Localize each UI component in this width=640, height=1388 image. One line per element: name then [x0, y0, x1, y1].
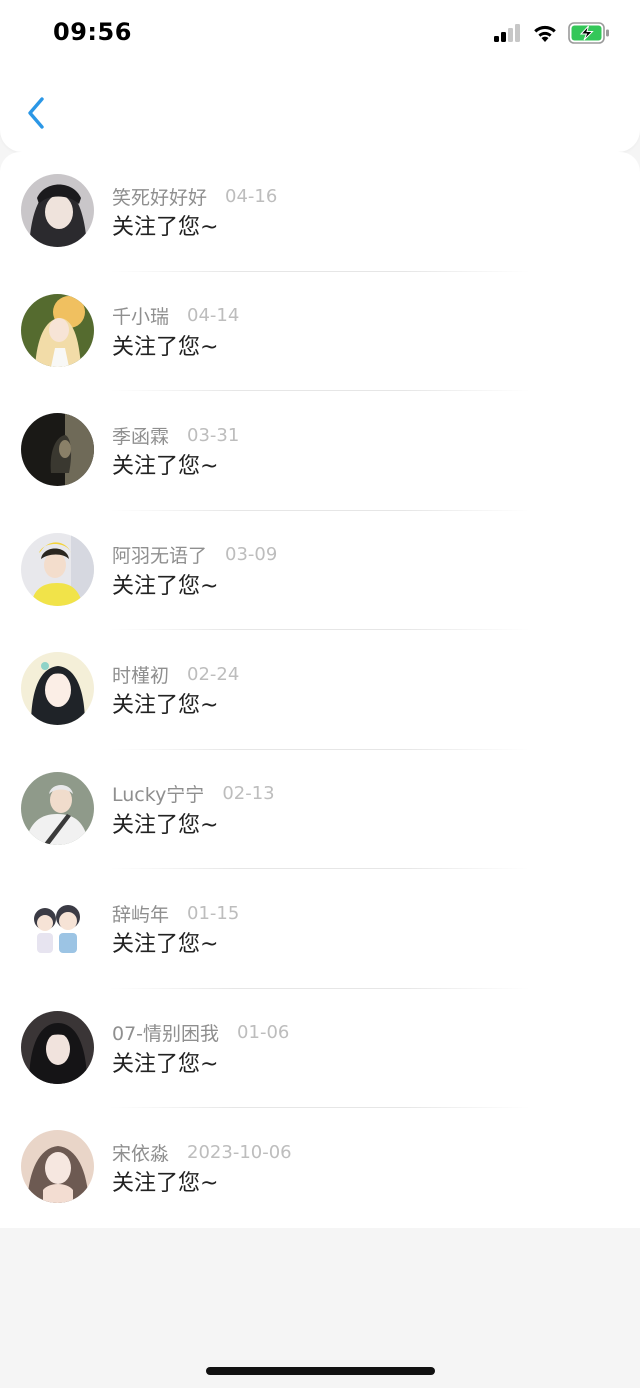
- notification-date: 04-16: [225, 185, 278, 207]
- avatar[interactable]: [21, 771, 94, 845]
- user-name[interactable]: 时槿初: [112, 661, 169, 688]
- status-icons: [494, 22, 610, 48]
- list-item[interactable]: 季函霖 03-31 关注了您~: [0, 391, 640, 511]
- item-meta: 时槿初 02-24: [112, 661, 239, 687]
- cellular-signal-icon: [494, 24, 522, 46]
- list-item[interactable]: 07-情别困我 01-06 关注了您~: [0, 989, 640, 1108]
- user-name[interactable]: 千小瑞: [112, 302, 169, 329]
- notification-date: 01-06: [237, 1022, 290, 1043]
- avatar[interactable]: [21, 293, 94, 367]
- notification-text: 关注了您~: [112, 932, 219, 957]
- notification-text: 关注了您~: [112, 573, 219, 599]
- avatar[interactable]: [21, 1010, 94, 1084]
- avatar[interactable]: [21, 532, 94, 606]
- list-item[interactable]: 笑死好好好 04-16 关注了您~: [0, 152, 640, 272]
- notification-date: 03-31: [187, 424, 240, 446]
- avatar[interactable]: [21, 652, 94, 725]
- list-item[interactable]: 阿羽无语了 03-09 关注了您~: [0, 511, 640, 630]
- avatar[interactable]: [21, 891, 94, 964]
- notification-text: 关注了您~: [112, 812, 219, 838]
- avatar[interactable]: [21, 1130, 94, 1203]
- wifi-icon: [532, 23, 558, 47]
- notification-date: 04-14: [187, 305, 240, 326]
- notification-text: 关注了您~: [112, 1051, 219, 1077]
- notification-date: 01-15: [187, 902, 240, 924]
- notification-date: 02-24: [187, 663, 240, 685]
- list-item[interactable]: 时槿初 02-24 关注了您~: [0, 630, 640, 750]
- notification-date: 02-13: [222, 783, 275, 804]
- list-item[interactable]: 辞屿年 01-15 关注了您~: [0, 869, 640, 989]
- item-meta: 辞屿年 01-15: [112, 900, 239, 926]
- list-item[interactable]: Lucky宁宁 02-13 关注了您~: [0, 750, 640, 869]
- follower-notification-list: 笑死好好好 04-16 关注了您~ 千小瑞 04-14 关注了您~ 季函霖 03…: [0, 152, 640, 1228]
- user-name[interactable]: 阿羽无语了: [112, 541, 207, 568]
- notification-text: 关注了您~: [112, 1171, 219, 1196]
- user-name[interactable]: 季函霖: [112, 422, 169, 449]
- status-time: 09:56: [53, 18, 132, 46]
- status-bar: 09:56: [0, 0, 640, 70]
- avatar[interactable]: [21, 413, 94, 486]
- avatar[interactable]: [21, 174, 94, 247]
- notification-text: 关注了您~: [112, 693, 219, 718]
- user-name[interactable]: Lucky宁宁: [112, 780, 204, 807]
- item-meta: 季函霖 03-31: [112, 422, 239, 448]
- header-bar: 09:56: [0, 0, 640, 152]
- notification-text: 关注了您~: [112, 215, 219, 240]
- list-item[interactable]: 宋依淼 2023-10-06 关注了您~: [0, 1108, 640, 1228]
- user-name[interactable]: 笑死好好好: [112, 183, 207, 210]
- user-name[interactable]: 辞屿年: [112, 900, 169, 927]
- list-item[interactable]: 千小瑞 04-14 关注了您~: [0, 272, 640, 391]
- user-name[interactable]: 07-情别困我: [112, 1019, 219, 1046]
- item-meta: 千小瑞 04-14: [112, 303, 239, 329]
- item-meta: 阿羽无语了 03-09: [112, 542, 277, 568]
- back-button[interactable]: [18, 95, 54, 135]
- item-meta: 宋依淼 2023-10-06: [112, 1139, 292, 1165]
- notification-date: 2023-10-06: [187, 1141, 292, 1163]
- battery-charging-icon: [568, 22, 610, 48]
- item-meta: 07-情别困我 01-06: [112, 1020, 289, 1046]
- item-meta: Lucky宁宁 02-13: [112, 781, 275, 807]
- item-meta: 笑死好好好 04-16: [112, 183, 277, 209]
- user-name[interactable]: 宋依淼: [112, 1139, 169, 1166]
- notification-date: 03-09: [225, 544, 278, 565]
- notification-text: 关注了您~: [112, 454, 219, 479]
- home-indicator[interactable]: [206, 1367, 435, 1375]
- notification-text: 关注了您~: [112, 334, 219, 360]
- chevron-left-icon: [25, 95, 47, 135]
